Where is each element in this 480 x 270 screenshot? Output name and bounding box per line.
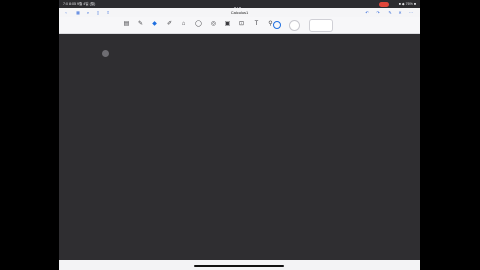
lasso-tool[interactable]: ◯ (194, 20, 203, 29)
camera-tool[interactable]: ⊡ (237, 20, 246, 29)
redo-icon[interactable]: ↷ (374, 8, 382, 17)
ipad-screen: 7:0 8:05 9월 4일 (월) ■ ◆ 76% ■ ‹ ▦ ⌕ ▯ ⇧ C… (59, 0, 420, 270)
text-tool[interactable]: T (252, 20, 261, 29)
status-time: 7:0 8:05 9월 4일 (월) (63, 2, 96, 6)
color-swatch-blue[interactable] (273, 20, 281, 29)
multitasking-dots[interactable] (234, 3, 244, 8)
text-box-tool[interactable]: ◎ (209, 20, 218, 29)
recording-indicator (379, 1, 389, 7)
status-bar: 7:0 8:05 9월 4일 (월) ■ ◆ 76% ■ (59, 0, 420, 8)
pen-tool[interactable]: ✎ (136, 20, 145, 29)
image-tool[interactable]: ▣ (223, 20, 232, 29)
eraser-tool[interactable]: ◆ (150, 20, 159, 29)
undo-icon[interactable]: ↶ (363, 8, 371, 17)
drawing-toolbar: ▤ ✎ ◆ ✐ ⌂ ◯ ◎ ▣ ⊡ T ⚲ (59, 17, 420, 34)
pointer-dot (102, 50, 109, 57)
status-right: ■ ◆ 76% ■ (398, 2, 416, 6)
stroke-size-picker[interactable] (309, 19, 333, 32)
color-swatch-white[interactable] (289, 19, 300, 31)
more-icon[interactable]: ⋯ (407, 8, 415, 17)
read-mode-tool[interactable]: ▤ (122, 20, 131, 29)
close-icon[interactable]: ✕ (396, 8, 404, 17)
pen-settings-icon[interactable]: ✎ (386, 8, 394, 17)
note-canvas[interactable] (59, 34, 420, 260)
shapes-tool[interactable]: ⌂ (179, 20, 188, 29)
highlighter-tool[interactable]: ✐ (165, 20, 174, 29)
document-navbar: ‹ ▦ ⌕ ▯ ⇧ Calculus1 ↶ ↷ ✎ ✕ ⋯ (59, 8, 420, 17)
home-indicator[interactable] (194, 265, 284, 267)
